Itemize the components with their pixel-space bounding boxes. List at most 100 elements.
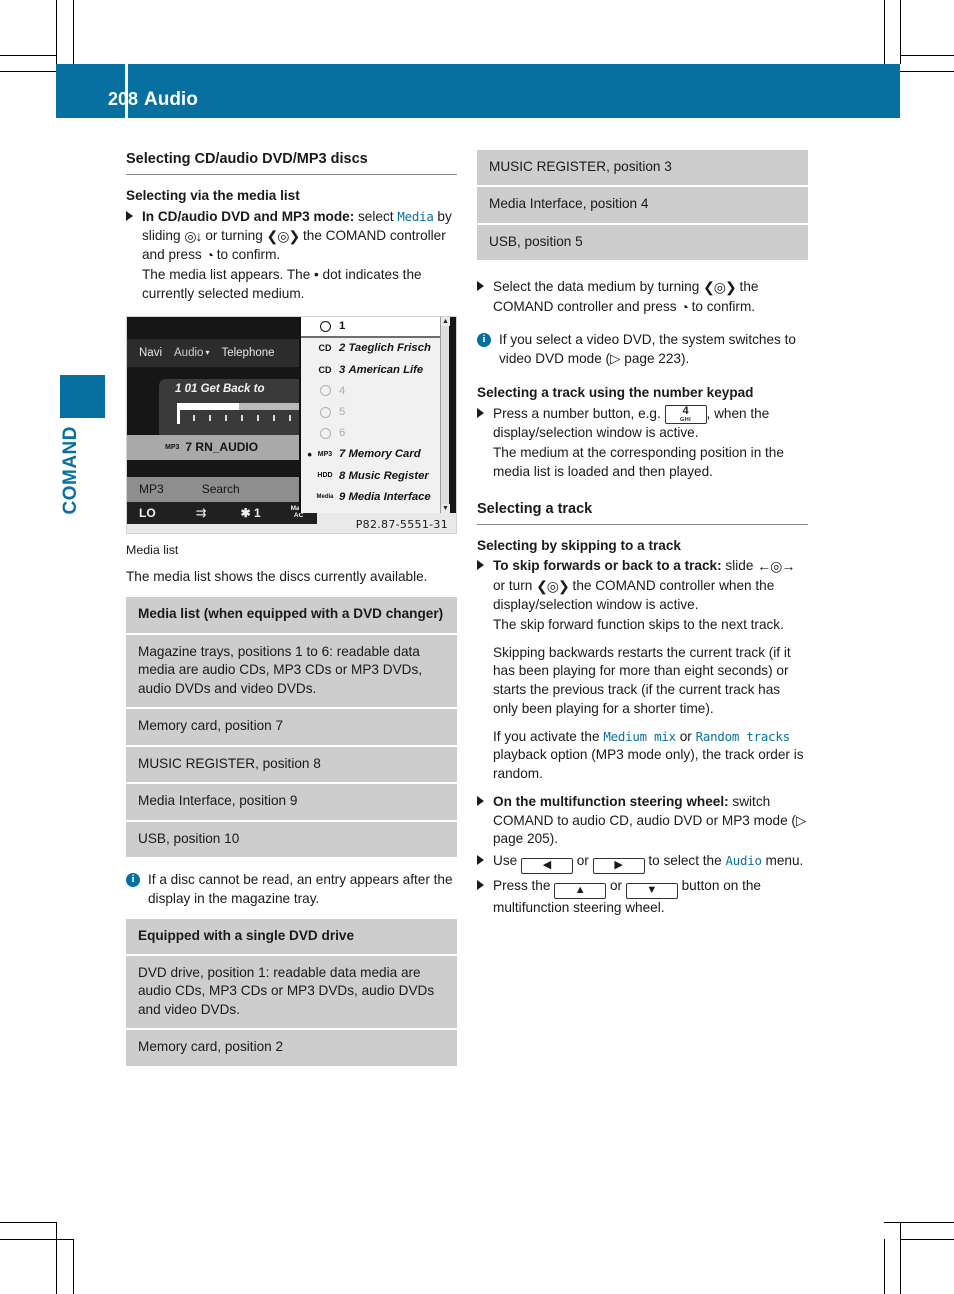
media-list-item-label: 2 Taeglich Frisch	[339, 342, 431, 355]
crop-mark	[73, 0, 74, 64]
note-text: If a disc cannot be read, an entry appea…	[148, 872, 453, 906]
step-text-b: or	[572, 853, 593, 869]
crop-mark	[0, 1239, 74, 1240]
random-text-b: or	[675, 728, 696, 744]
bullet-triangle-icon	[477, 879, 484, 890]
chapter-title: Audio	[144, 89, 198, 110]
step-text-c: or turning	[201, 227, 267, 243]
media-list-item[interactable]: 1	[301, 316, 449, 338]
random-text-c: playback option (MP3 mode only), the tra…	[493, 747, 804, 782]
chapter-tab: COMAND	[60, 375, 105, 515]
step-text-c: to confirm.	[687, 298, 756, 314]
comand-progress-fill	[177, 402, 239, 410]
crop-mark	[900, 1222, 901, 1294]
chapter-tab-swatch	[60, 375, 105, 418]
random-tracks-option-label: Random tracks	[695, 728, 791, 744]
info-icon: i	[477, 333, 491, 348]
crop-mark	[0, 71, 57, 72]
controller-turn-icon: ❮◎❯	[536, 577, 570, 594]
media-menu-label: Media	[397, 208, 434, 224]
comand-soft-button-bar: MP3 Search	[127, 476, 317, 502]
status-lo: LO	[139, 505, 156, 520]
media-list-item[interactable]: HDD 8 Music Register	[301, 465, 449, 486]
bullet-triangle-icon	[477, 281, 484, 292]
table-row: DVD drive, position 1: readable data med…	[126, 956, 457, 1031]
comand-progress-cursor	[177, 409, 180, 424]
crop-mark	[0, 1222, 57, 1223]
figure-id: P82.87-5551-31	[355, 517, 448, 531]
empty-slot-icon	[314, 385, 336, 397]
empty-slot-icon	[314, 427, 336, 439]
controller-turn-icon: ❮◎❯	[703, 279, 737, 296]
media-list-item[interactable]: • MP3 7 Memory Card	[301, 444, 449, 465]
right-arrow-key-icon: ▶	[592, 858, 645, 874]
media-list-item-label: 6	[339, 427, 346, 440]
step-lead: In CD/audio DVD and MP3 mode:	[142, 208, 355, 224]
table-row: Magazine trays, positions 1 to 6: readab…	[126, 634, 457, 710]
table-row: Memory card, position 2	[126, 1030, 457, 1066]
subheading-selecting-by-skipping: Selecting by skipping to a track	[477, 537, 681, 553]
mp3-icon: MP3	[317, 450, 333, 458]
step-text-b: or turn	[493, 577, 537, 593]
page-header: 208 Audio	[56, 64, 900, 118]
cd-icon: CD	[318, 364, 332, 375]
table-media-list-dvd-changer: Media list (when equipped with a DVD cha…	[126, 597, 457, 858]
down-arrow-key-icon: ▼	[625, 882, 678, 899]
step-use-left-right: Use ◀ or ▶ to select the Audio menu.	[477, 852, 808, 874]
comand-selected-medium-row: MP3 7 RN_AUDIO	[127, 434, 317, 460]
audio-menu-label: Audio	[725, 853, 762, 869]
step-select-data-medium: Select the data medium by turning ❮◎❯ th…	[477, 278, 808, 317]
comand-softbutton-mp3[interactable]: MP3	[127, 482, 164, 496]
comand-softbutton-search[interactable]: Search	[164, 482, 240, 496]
number-key-4-icon: 4 GHI	[664, 404, 707, 425]
step-result-text: The medium at the corresponding position…	[493, 445, 784, 479]
crop-mark	[73, 1239, 74, 1294]
note-disc-cannot-be-read: i If a disc cannot be read, an entry app…	[126, 871, 457, 909]
comand-screenshot-figure: Navi Audio ▾ Telephone 1 01 Get Back to …	[126, 315, 457, 534]
media-list-item[interactable]: 6	[301, 423, 449, 444]
table-row: USB, position 5	[477, 224, 808, 261]
table-row: Memory card, position 7	[126, 709, 457, 747]
media-list-item[interactable]: Media 9 Media Interface	[301, 486, 449, 507]
media-list-item[interactable]: CD 3 American Life	[301, 359, 449, 380]
table-row: MUSIC REGISTER, position 8	[126, 746, 457, 785]
media-interface-icon: Media	[316, 493, 334, 500]
up-arrow-key-icon: ▲	[554, 882, 607, 899]
bullet-triangle-icon	[477, 407, 484, 418]
bullet-triangle-icon	[477, 560, 484, 571]
skip-forward-text: The skip forward function skips to the n…	[493, 616, 784, 632]
media-list-item-label: 8 Music Register	[339, 469, 429, 482]
step-text-a: Select the data medium by turning	[493, 279, 704, 295]
step-skip-track: To skip forwards or back to a track: sli…	[477, 557, 808, 783]
page-number: 208	[107, 89, 138, 109]
subheading-number-keypad: Selecting a track using the number keypa…	[477, 384, 754, 400]
random-text-a: If you activate the	[493, 728, 604, 744]
status-mix: ✱ 1	[240, 505, 261, 520]
bullet-triangle-icon	[126, 210, 133, 221]
skip-backward-text: Skipping backwards restarts the current …	[493, 644, 791, 716]
step-text-a: select	[354, 208, 398, 224]
step-result-text: The media list appears. The • dot indica…	[142, 267, 422, 301]
controller-press-icon: ◔	[205, 246, 214, 263]
media-list-description: The media list shows the discs currently…	[126, 569, 428, 585]
step-text-a: Press the	[493, 877, 555, 893]
table-row: MUSIC REGISTER, position 3	[477, 150, 808, 188]
step-text-a: Use	[493, 853, 521, 869]
media-list-item[interactable]: CD 2 Taeglich Frisch	[301, 338, 449, 359]
comand-selected-medium-label: 7 RN_AUDIO	[185, 440, 259, 455]
step-text-a: slide	[721, 558, 758, 574]
media-list-item[interactable]: 4	[301, 380, 449, 401]
media-list-item[interactable]: 5	[301, 401, 449, 422]
section-title-selecting-discs: Selecting CD/audio DVD/MP3 discs	[126, 150, 457, 175]
comand-menu-bar: Navi Audio ▾ Telephone	[127, 338, 317, 367]
step-select-media: In CD/audio DVD and MP3 mode: select Med…	[126, 208, 457, 304]
step-press-number-button: Press a number button, e.g. 4 GHI, when t…	[477, 404, 808, 482]
media-list-scrollbar[interactable]: ▲ ▼	[440, 316, 450, 513]
scroll-down-icon[interactable]: ▼	[441, 503, 450, 513]
crop-mark	[884, 0, 885, 64]
info-icon: i	[126, 873, 140, 888]
media-list-item-label: 9 Media Interface	[339, 490, 431, 503]
step-multifunction-steering-wheel: On the multifunction steering wheel: swi…	[477, 793, 808, 849]
scroll-up-icon[interactable]: ▲	[441, 316, 450, 326]
left-column: Selecting CD/audio DVD/MP3 discs Selecti…	[126, 150, 457, 1066]
